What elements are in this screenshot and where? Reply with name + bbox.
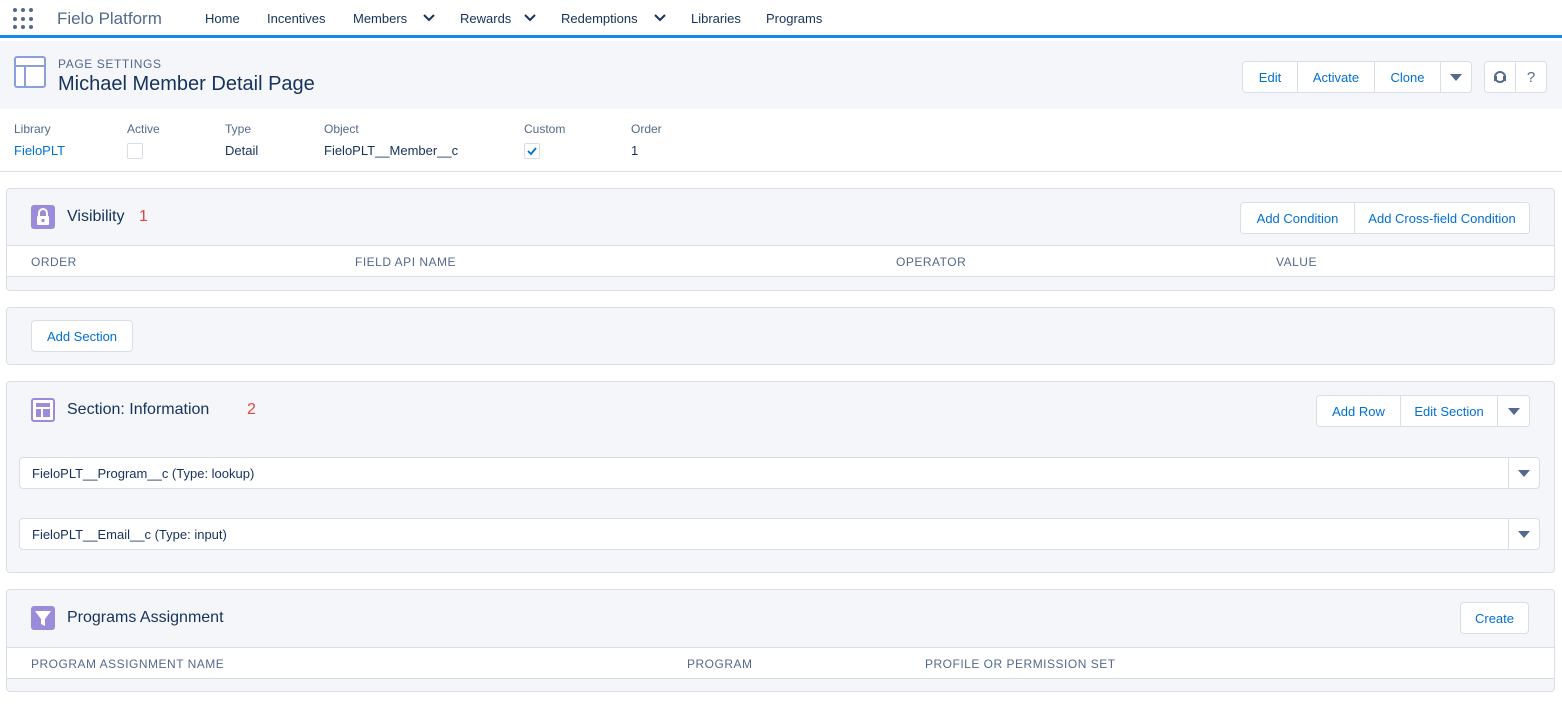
visibility-actions: Add Condition Add Cross-field Condition <box>1240 202 1530 234</box>
programs-assignment-title: Programs Assignment <box>67 609 224 626</box>
more-actions-button[interactable] <box>1441 62 1471 92</box>
create-button[interactable]: Create <box>1460 602 1529 634</box>
section-information-card: Section: Information 2 Add Row Edit Sect… <box>6 381 1555 573</box>
nav-libraries[interactable]: Libraries <box>691 11 741 26</box>
chevron-down-icon[interactable] <box>523 13 537 23</box>
help-button[interactable]: ? <box>1516 62 1546 92</box>
caret-down-icon <box>1507 407 1520 415</box>
header-actions: Edit Activate Clone <box>1242 61 1472 93</box>
nav-programs[interactable]: Programs <box>766 11 822 26</box>
section-field-row: FieloPLT__Program__c (Type: lookup) <box>19 457 1540 489</box>
visibility-table-header: Order Field API Name Operator Value <box>7 245 1554 277</box>
chevron-down-icon[interactable] <box>422 13 436 23</box>
column-value[interactable]: Value <box>1276 255 1317 269</box>
nav-home[interactable]: Home <box>205 11 240 26</box>
filter-funnel-icon <box>31 606 55 630</box>
lock-icon <box>31 205 55 229</box>
library-link[interactable]: FieloPLT <box>14 143 65 158</box>
column-profile-or-permission-set[interactable]: Profile or Permission Set <box>925 657 1116 671</box>
edit-section-button[interactable]: Edit Section <box>1401 396 1498 426</box>
section-actions: Add Row Edit Section <box>1316 395 1530 427</box>
section-count-badge: 2 <box>247 401 256 418</box>
active-checkbox <box>127 143 143 159</box>
custom-label: Custom <box>524 122 566 136</box>
visibility-count-badge: 1 <box>139 208 148 225</box>
type-label: Type <box>225 122 252 136</box>
programs-assignment-table-header: Program Assignment Name Program Profile … <box>7 647 1554 679</box>
nav-incentives[interactable]: Incentives <box>267 11 326 26</box>
utility-actions: ? <box>1484 61 1547 93</box>
app-name: Fielo Platform <box>57 9 162 28</box>
column-field-api-name[interactable]: Field API Name <box>355 255 456 269</box>
column-order[interactable]: Order <box>31 255 77 269</box>
add-condition-button[interactable]: Add Condition <box>1241 203 1355 233</box>
add-section-card: Add Section <box>6 307 1555 365</box>
headset-icon <box>1494 71 1506 83</box>
active-label: Active <box>127 122 160 136</box>
column-program[interactable]: Program <box>687 657 753 671</box>
field-row-menu-button[interactable] <box>1508 519 1539 549</box>
order-label: Order <box>631 122 662 136</box>
programs-assignment-card: Programs Assignment Create Program Assig… <box>6 589 1555 692</box>
library-label: Library <box>14 122 51 136</box>
visibility-title: Visibility <box>67 208 125 225</box>
order-value: 1 <box>631 143 639 158</box>
caret-down-icon <box>1518 530 1530 538</box>
field-row-label: FieloPLT__Email__c (Type: input) <box>32 527 227 542</box>
section-more-button[interactable] <box>1498 396 1529 426</box>
page-eyebrow: Page Settings <box>58 57 162 71</box>
add-cross-field-condition-button[interactable]: Add Cross-field Condition <box>1355 203 1529 233</box>
add-row-button[interactable]: Add Row <box>1317 396 1401 426</box>
section-field-row: FieloPLT__Email__c (Type: input) <box>19 518 1540 550</box>
nav-redemptions[interactable]: Redemptions <box>561 11 638 26</box>
page-title: Michael Member Detail Page <box>58 73 315 95</box>
nav-rewards[interactable]: Rewards <box>460 11 511 26</box>
object-label: Object <box>324 122 359 136</box>
edit-button[interactable]: Edit <box>1243 62 1298 92</box>
field-row-label: FieloPLT__Program__c (Type: lookup) <box>32 466 255 481</box>
divider <box>0 171 1562 172</box>
chevron-down-icon[interactable] <box>653 13 667 23</box>
object-value: FieloPLT__Member__c <box>324 143 459 158</box>
caret-down-icon <box>1450 73 1462 81</box>
page-header: Page Settings Michael Member Detail Page… <box>0 41 1562 109</box>
support-button[interactable] <box>1485 62 1516 92</box>
checkmark-icon <box>527 147 537 156</box>
visibility-card: Visibility 1 Add Condition Add Cross-fie… <box>6 188 1555 291</box>
activate-button[interactable]: Activate <box>1298 62 1375 92</box>
custom-checkbox <box>524 143 540 159</box>
clone-button[interactable]: Clone <box>1375 62 1441 92</box>
column-program-assignment-name[interactable]: Program Assignment Name <box>31 657 224 671</box>
section-layout-icon <box>31 398 55 422</box>
add-section-button[interactable]: Add Section <box>31 320 133 352</box>
section-title: Section: Information <box>67 401 210 418</box>
caret-down-icon <box>1518 469 1530 477</box>
top-navigation-bar: Fielo Platform Home Incentives Members R… <box>0 0 1562 38</box>
app-launcher-icon[interactable] <box>13 8 35 30</box>
field-row-menu-button[interactable] <box>1508 458 1539 488</box>
column-operator[interactable]: Operator <box>896 255 966 269</box>
nav-members[interactable]: Members <box>353 11 407 26</box>
type-value: Detail <box>225 143 259 158</box>
page-layout-icon <box>14 56 46 88</box>
